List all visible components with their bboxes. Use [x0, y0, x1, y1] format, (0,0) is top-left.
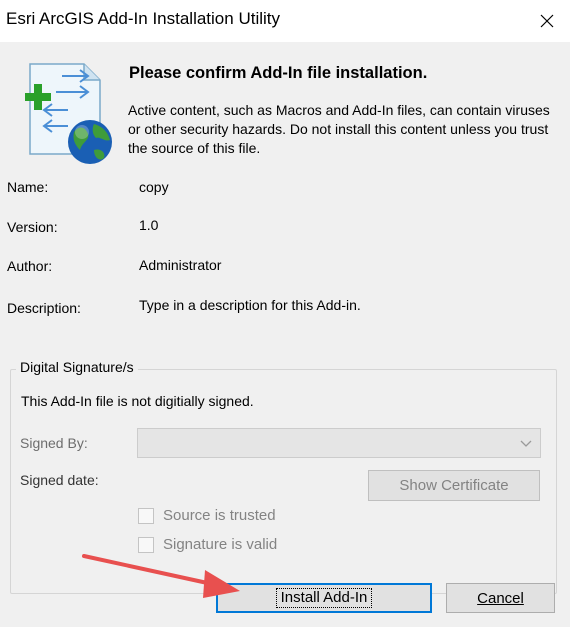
title-bar: Esri ArcGIS Add-In Installation Utility — [0, 0, 570, 42]
close-icon — [540, 14, 554, 28]
digital-signature-legend: Digital Signature/s — [16, 359, 138, 375]
dialog-body: Please confirm Add-In file installation.… — [0, 42, 570, 627]
author-label: Author: — [7, 258, 53, 274]
description-value: Type in a description for this Add-in. — [139, 297, 361, 313]
source-trusted-checkbox-row[interactable]: Source is trusted — [138, 507, 276, 524]
install-addin-button[interactable]: Install Add-In — [216, 583, 432, 613]
name-value: copy — [139, 179, 169, 195]
version-label: Version: — [7, 219, 58, 235]
signature-status-text: This Add-In file is not digitially signe… — [21, 393, 254, 409]
install-addin-label: Install Add-In — [275, 588, 373, 608]
window-title: Esri ArcGIS Add-In Installation Utility — [6, 9, 280, 28]
security-warning-text: Active content, such as Macros and Add-I… — [128, 102, 550, 156]
cancel-label: Cancel — [477, 589, 524, 607]
chevron-down-icon — [520, 440, 532, 447]
signature-valid-label: Signature is valid — [163, 536, 278, 553]
signed-by-dropdown[interactable] — [137, 428, 541, 458]
confirm-heading: Please confirm Add-In file installation. — [129, 64, 428, 82]
signature-valid-checkbox-row[interactable]: Signature is valid — [138, 536, 277, 553]
source-trusted-label: Source is trusted — [163, 507, 276, 524]
signature-valid-checkbox[interactable] — [138, 536, 154, 553]
version-value: 1.0 — [139, 217, 159, 233]
source-trusted-checkbox[interactable] — [138, 507, 154, 524]
close-button[interactable] — [524, 0, 570, 42]
signed-by-label: Signed By: — [20, 435, 88, 451]
signed-date-label: Signed date: — [20, 472, 99, 488]
author-value: Administrator — [139, 257, 222, 273]
name-label: Name: — [7, 179, 49, 195]
show-certificate-button[interactable]: Show Certificate — [368, 470, 540, 501]
cancel-button[interactable]: Cancel — [446, 583, 555, 613]
addin-document-globe-icon — [25, 63, 112, 164]
description-label: Description: — [7, 300, 81, 316]
